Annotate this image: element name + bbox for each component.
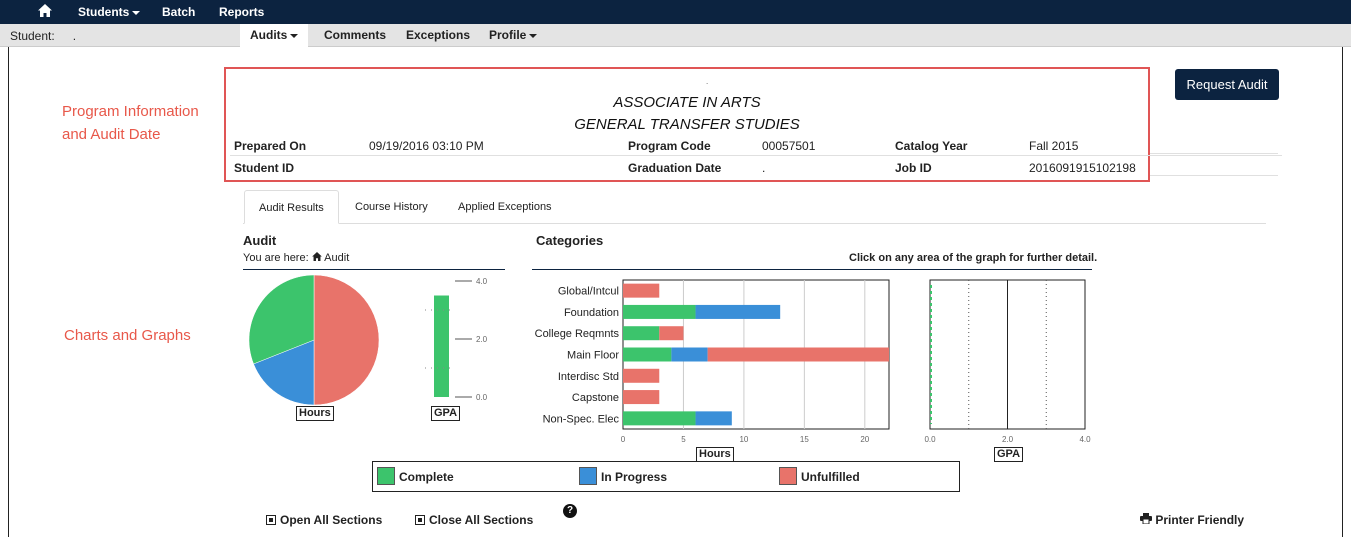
bar-segment-unfulfilled bbox=[707, 347, 889, 362]
gpa2-xlabel: GPA bbox=[994, 447, 1024, 462]
printer-friendly-label: Printer Friendly bbox=[1155, 513, 1245, 527]
category-label: Global/Intcul bbox=[558, 286, 619, 298]
bar-segment-unfulfilled bbox=[659, 326, 684, 341]
hours-tick-label: 5 bbox=[681, 435, 686, 444]
bar-segment-complete bbox=[623, 347, 672, 362]
category-label: Interdisc Std bbox=[558, 371, 619, 383]
legend-swatch-in-progress bbox=[579, 467, 597, 485]
bar-segment-in-progress bbox=[695, 304, 781, 319]
chart-legend: Complete In Progress Unfulfilled bbox=[372, 461, 960, 492]
bar-segment-complete bbox=[623, 326, 660, 341]
gpa2-tick-label: 4.0 bbox=[1079, 435, 1091, 444]
gpa-tick-label: 4.0 bbox=[476, 277, 488, 286]
category-label: College Reqmnts bbox=[535, 328, 620, 340]
expand-icon bbox=[266, 515, 276, 525]
gpa-xlabel: GPA bbox=[431, 406, 461, 421]
hours-tick-label: 20 bbox=[860, 435, 869, 444]
category-label: Foundation bbox=[564, 307, 619, 319]
printer-friendly-link[interactable]: Printer Friendly bbox=[1140, 513, 1244, 527]
bar-segment-unfulfilled bbox=[623, 390, 660, 405]
gpa-bar bbox=[434, 295, 449, 397]
legend-swatch-complete bbox=[377, 467, 395, 485]
category-label: Non-Spec. Elec bbox=[543, 413, 620, 425]
category-label: Capstone bbox=[572, 392, 619, 404]
question-icon[interactable]: ? bbox=[563, 504, 577, 518]
bar-segment-in-progress bbox=[695, 411, 732, 426]
open-all-label: Open All Sections bbox=[280, 513, 383, 527]
hours-tick-label: 15 bbox=[800, 435, 809, 444]
gpa-tick-label: 0.0 bbox=[476, 393, 488, 402]
legend-in-progress: In Progress bbox=[601, 470, 668, 484]
close-all-sections-button[interactable]: Close All Sections bbox=[415, 513, 533, 527]
hours-tick-label: 10 bbox=[739, 435, 748, 444]
hours-tick-label: 0 bbox=[621, 435, 626, 444]
hours-xlabel: Hours bbox=[696, 447, 734, 462]
legend-unfulfilled: Unfulfilled bbox=[801, 470, 860, 484]
legend-swatch-unfulfilled bbox=[779, 467, 797, 485]
pie-slice-0 bbox=[313, 274, 380, 406]
gpa2-tick-label: 0.0 bbox=[924, 435, 936, 444]
bar-segment-complete bbox=[623, 304, 696, 319]
gpa2-tick-label: 2.0 bbox=[1002, 435, 1014, 444]
bar-segment-unfulfilled bbox=[623, 368, 660, 383]
close-all-label: Close All Sections bbox=[429, 513, 534, 527]
printer-icon bbox=[1140, 513, 1152, 527]
bar-segment-complete bbox=[623, 411, 696, 426]
open-all-sections-button[interactable]: Open All Sections bbox=[266, 513, 382, 527]
bar-segment-in-progress bbox=[671, 347, 708, 362]
legend-complete: Complete bbox=[399, 470, 454, 484]
gpa-tick-label: 2.0 bbox=[476, 335, 488, 344]
bar-segment-unfulfilled bbox=[623, 283, 660, 298]
collapse-icon bbox=[415, 515, 425, 525]
pie-xlabel: Hours bbox=[296, 406, 334, 421]
category-label: Main Floor bbox=[567, 350, 619, 362]
charts-canvas: 0.0 2.0 4.0 0 5 10 15 20 Global/Intcul Foundation… bbox=[248, 274, 1091, 444]
